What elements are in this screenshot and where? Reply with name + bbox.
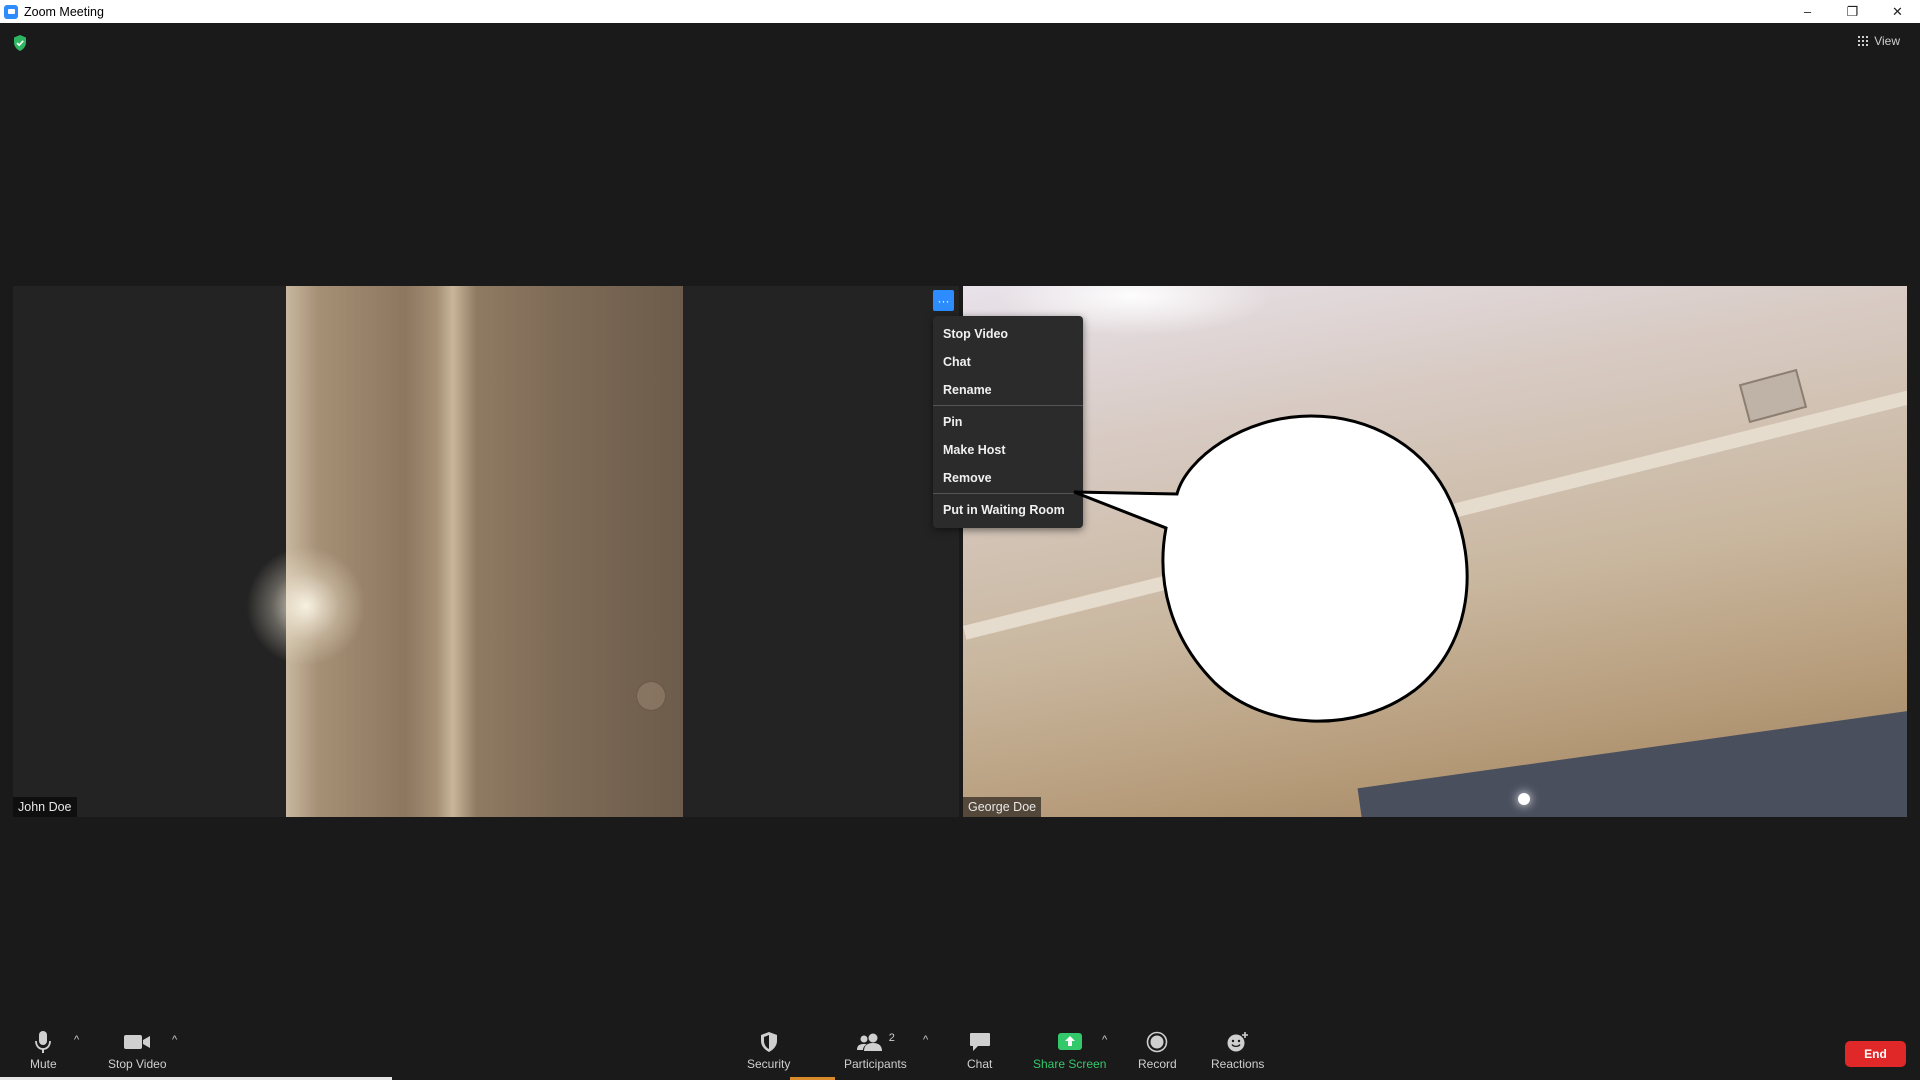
video-tile-john[interactable]: John Doe	[13, 286, 959, 817]
share-options-caret[interactable]: ^	[1102, 1034, 1107, 1046]
menu-item-make-host[interactable]: Make Host	[933, 436, 1083, 464]
microphone-icon	[35, 1030, 52, 1054]
stop-video-button[interactable]: Stop Video	[108, 1030, 167, 1071]
zoom-app-icon	[4, 4, 18, 19]
menu-item-rename[interactable]: Rename	[933, 376, 1083, 404]
shield-check-icon[interactable]	[13, 35, 27, 51]
participants-icon: 2	[856, 1030, 895, 1054]
end-meeting-button[interactable]: End	[1845, 1041, 1906, 1067]
video-feed	[963, 286, 1907, 817]
reactions-button[interactable]: Reactions	[1211, 1030, 1264, 1071]
participant-name-tag: George Doe	[963, 797, 1042, 817]
menu-divider	[933, 493, 1083, 494]
close-button[interactable]: ✕	[1875, 0, 1920, 23]
participant-name-tag: John Doe	[13, 797, 77, 817]
video-tile-george[interactable]: George Doe	[963, 286, 1907, 817]
participants-button[interactable]: 2 Participants	[844, 1030, 907, 1071]
restore-button[interactable]: ❐	[1830, 0, 1875, 23]
participants-count: 2	[888, 1032, 895, 1044]
security-button[interactable]: Security	[747, 1030, 790, 1071]
view-label: View	[1874, 34, 1900, 48]
video-camera-icon	[123, 1030, 151, 1054]
title-bar: Zoom Meeting – ❐ ✕	[0, 0, 1920, 23]
menu-divider	[933, 405, 1083, 406]
mute-button[interactable]: Mute	[30, 1030, 57, 1071]
menu-item-waiting-room[interactable]: Put in Waiting Room	[933, 496, 1083, 524]
record-button[interactable]: Record	[1138, 1030, 1177, 1071]
smiley-plus-icon	[1226, 1030, 1250, 1054]
reactions-label: Reactions	[1211, 1057, 1265, 1071]
window-title: Zoom Meeting	[24, 4, 104, 19]
audio-options-caret[interactable]: ^	[74, 1034, 79, 1046]
menu-item-remove[interactable]: Remove	[933, 464, 1083, 492]
meeting-toolbar: Mute ^ Stop Video ^ Security 2 Participa…	[0, 1018, 1920, 1080]
chat-label: Chat	[967, 1057, 993, 1071]
participant-context-menu: Stop Video Chat Rename Pin Make Host Rem…	[933, 316, 1083, 528]
grid-icon	[1858, 36, 1869, 46]
mute-label: Mute	[30, 1057, 57, 1071]
security-label: Security	[747, 1057, 791, 1071]
security-shield-icon	[759, 1030, 779, 1054]
menu-item-stop-video[interactable]: Stop Video	[933, 320, 1083, 348]
video-feed	[246, 286, 683, 817]
chat-bubble-icon	[969, 1030, 991, 1054]
participants-label: Participants	[844, 1057, 907, 1071]
share-screen-icon	[1057, 1030, 1083, 1054]
view-button[interactable]: View	[1858, 34, 1900, 48]
stop-video-label: Stop Video	[108, 1057, 167, 1071]
share-screen-button[interactable]: Share Screen	[1033, 1030, 1106, 1071]
more-options-button[interactable]: ···	[933, 290, 954, 311]
video-options-caret[interactable]: ^	[172, 1034, 177, 1046]
record-icon	[1146, 1030, 1168, 1054]
minimize-button[interactable]: –	[1785, 0, 1830, 23]
menu-item-pin[interactable]: Pin	[933, 408, 1083, 436]
chat-button[interactable]: Chat	[967, 1030, 992, 1071]
participants-options-caret[interactable]: ^	[923, 1034, 928, 1046]
share-screen-label: Share Screen	[1033, 1057, 1107, 1071]
menu-item-chat[interactable]: Chat	[933, 348, 1083, 376]
record-label: Record	[1138, 1057, 1177, 1071]
window-controls: – ❐ ✕	[1785, 0, 1920, 23]
